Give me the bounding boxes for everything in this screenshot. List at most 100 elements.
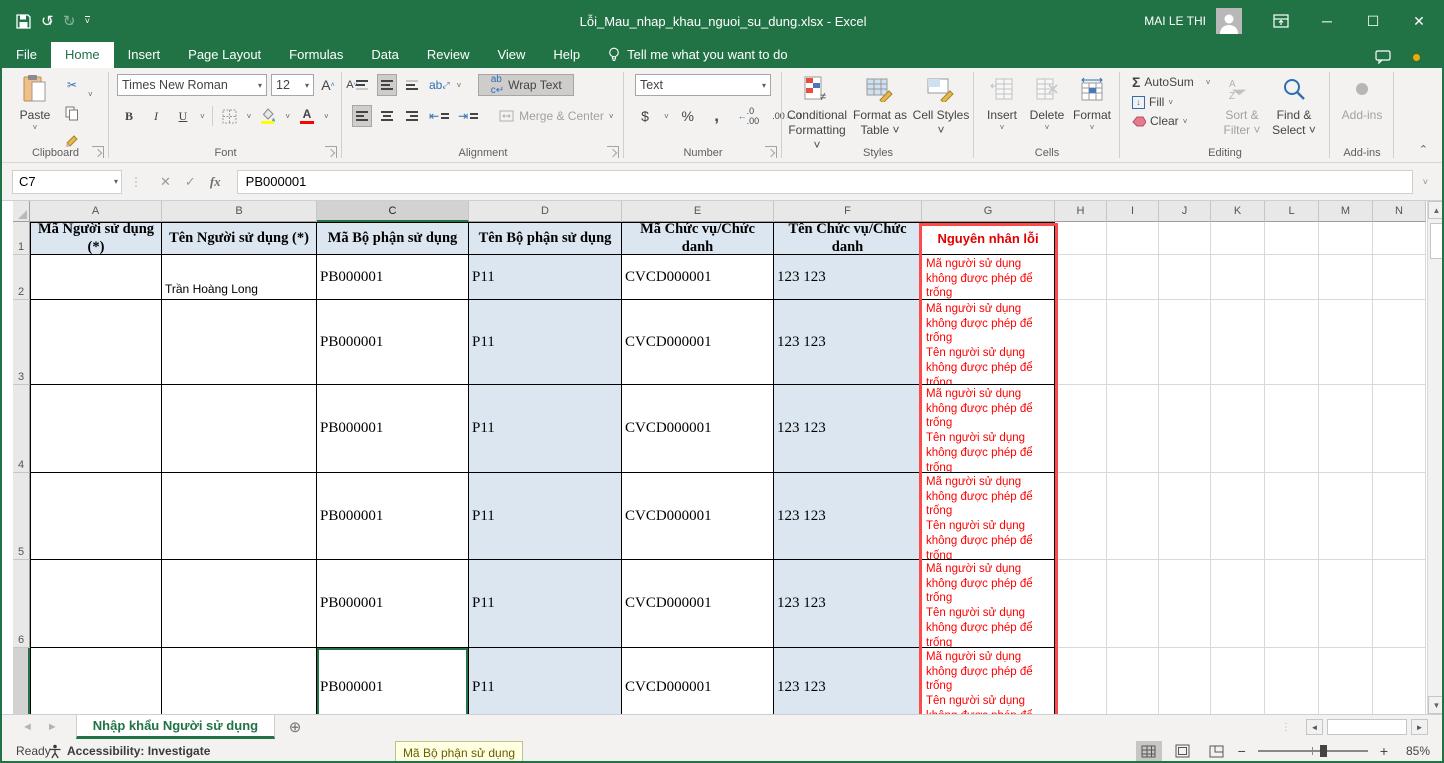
hscroll-right-icon[interactable]: ► bbox=[1411, 719, 1428, 735]
borders-chevron[interactable]: ˅ bbox=[247, 112, 252, 121]
avatar[interactable] bbox=[1216, 8, 1242, 34]
cell-M4[interactable] bbox=[1319, 385, 1373, 473]
sheet-tab[interactable]: Nhập khẩu Người sử dụng bbox=[76, 715, 275, 739]
cell-C6[interactable]: PB000001 bbox=[317, 560, 469, 648]
close-button[interactable]: ✕ bbox=[1396, 2, 1442, 40]
cell-J4[interactable] bbox=[1159, 385, 1211, 473]
cell-F5[interactable]: 123 123 bbox=[774, 473, 922, 560]
cell-K6[interactable] bbox=[1211, 560, 1265, 648]
fill-color-chevron[interactable]: ˅ bbox=[285, 112, 290, 121]
cell-E4[interactable]: CVCD000001 bbox=[622, 385, 774, 473]
cell-J5[interactable] bbox=[1159, 473, 1211, 560]
cell-K4[interactable] bbox=[1211, 385, 1265, 473]
cell-G5[interactable]: Mã người sử dụng không được phép để trốn… bbox=[922, 473, 1055, 560]
vertical-scrollbar[interactable]: ▲ ▼ bbox=[1427, 201, 1444, 714]
name-box[interactable]: C7▾ bbox=[12, 170, 122, 194]
tab-home[interactable]: Home bbox=[51, 42, 114, 68]
fill-button[interactable]: ↓ Fill ˅ bbox=[1132, 95, 1210, 109]
cell-J6[interactable] bbox=[1159, 560, 1211, 648]
alignment-dialog-launcher-icon[interactable] bbox=[607, 146, 619, 158]
comment-icon[interactable] bbox=[1375, 50, 1391, 64]
tell-me-box[interactable]: Tell me what you want to do bbox=[594, 42, 801, 68]
increase-font-size-icon[interactable]: A˄ bbox=[318, 74, 338, 96]
cell-A3[interactable] bbox=[30, 300, 162, 385]
column-header-I[interactable]: I bbox=[1107, 201, 1159, 222]
cell-D1[interactable]: Tên Bộ phận sử dụng bbox=[469, 222, 622, 255]
cell-M2[interactable] bbox=[1319, 255, 1373, 300]
cell-H4[interactable] bbox=[1055, 385, 1107, 473]
cell-B3[interactable] bbox=[162, 300, 317, 385]
scroll-up-icon[interactable]: ▲ bbox=[1428, 201, 1444, 219]
orientation-icon[interactable]: ab⤢ bbox=[427, 74, 452, 96]
zoom-in-icon[interactable]: + bbox=[1380, 743, 1388, 759]
clipboard-dialog-launcher-icon[interactable] bbox=[92, 146, 104, 158]
tab-data[interactable]: Data bbox=[357, 42, 412, 68]
column-header-D[interactable]: D bbox=[469, 201, 622, 222]
cell-I1[interactable] bbox=[1107, 222, 1159, 255]
cell-J1[interactable] bbox=[1159, 222, 1211, 255]
align-bottom-icon[interactable] bbox=[402, 74, 422, 96]
cell-styles-button[interactable]: Cell Styles ˅ bbox=[912, 72, 970, 138]
cell-L6[interactable] bbox=[1265, 560, 1319, 648]
column-header-B[interactable]: B bbox=[162, 201, 317, 222]
page-break-view-icon[interactable] bbox=[1204, 741, 1230, 761]
cell-K5[interactable] bbox=[1211, 473, 1265, 560]
cell-M1[interactable] bbox=[1319, 222, 1373, 255]
cell-E2[interactable]: CVCD000001 bbox=[622, 255, 774, 300]
cell-G7[interactable]: Mã người sử dụng không được phép để trốn… bbox=[922, 648, 1055, 714]
addins-button[interactable]: Add-ins bbox=[1336, 72, 1388, 123]
cell-N2[interactable] bbox=[1373, 255, 1426, 300]
cell-D2[interactable]: P11 bbox=[469, 255, 622, 300]
cell-E3[interactable]: CVCD000001 bbox=[622, 300, 774, 385]
new-sheet-icon[interactable]: ⊕ bbox=[275, 715, 315, 739]
cell-N1[interactable] bbox=[1373, 222, 1426, 255]
cell-G6[interactable]: Mã người sử dụng không được phép để trốn… bbox=[922, 560, 1055, 648]
column-header-L[interactable]: L bbox=[1265, 201, 1319, 222]
cell-A6[interactable] bbox=[30, 560, 162, 648]
cell-I4[interactable] bbox=[1107, 385, 1159, 473]
align-left-icon[interactable] bbox=[352, 105, 372, 127]
normal-view-icon[interactable] bbox=[1136, 741, 1162, 761]
cell-F2[interactable]: 123 123 bbox=[774, 255, 922, 300]
cell-L1[interactable] bbox=[1265, 222, 1319, 255]
cell-I3[interactable] bbox=[1107, 300, 1159, 385]
tab-insert[interactable]: Insert bbox=[114, 42, 175, 68]
hscroll-left-icon[interactable]: ◄ bbox=[1306, 719, 1323, 735]
fill-color-icon[interactable] bbox=[258, 105, 278, 127]
column-header-F[interactable]: F bbox=[774, 201, 922, 222]
font-dialog-launcher-icon[interactable] bbox=[325, 146, 337, 158]
wrap-text-button[interactable]: abc↵ Wrap Text bbox=[478, 74, 574, 96]
cell-G4[interactable]: Mã người sử dụng không được phép để trốn… bbox=[922, 385, 1055, 473]
maximize-button[interactable]: ☐ bbox=[1350, 2, 1396, 40]
tab-review[interactable]: Review bbox=[413, 42, 484, 68]
select-all-corner[interactable] bbox=[13, 201, 30, 222]
cell-K3[interactable] bbox=[1211, 300, 1265, 385]
tab-help[interactable]: Help bbox=[539, 42, 594, 68]
cell-H7[interactable] bbox=[1055, 648, 1107, 714]
tab-file[interactable]: File bbox=[2, 42, 51, 68]
increase-decimal-icon[interactable]: ←.0.00 bbox=[736, 105, 762, 127]
cell-I7[interactable] bbox=[1107, 648, 1159, 714]
cell-G1[interactable]: Nguyên nhân lỗi bbox=[922, 222, 1055, 255]
cell-F7[interactable]: 123 123 bbox=[774, 648, 922, 714]
enter-formula-icon[interactable]: ✓ bbox=[185, 174, 196, 190]
accounting-chevron[interactable]: ˅ bbox=[664, 112, 669, 121]
row-header-5[interactable]: 5 bbox=[13, 473, 30, 560]
font-color-icon[interactable]: A bbox=[297, 105, 317, 127]
zoom-out-icon[interactable]: − bbox=[1238, 743, 1246, 759]
align-right-icon[interactable] bbox=[402, 105, 422, 127]
cell-C5[interactable]: PB000001 bbox=[317, 473, 469, 560]
zoom-slider[interactable] bbox=[1258, 750, 1368, 752]
insert-cells-button[interactable]: Insert˅ bbox=[982, 72, 1022, 133]
cell-N4[interactable] bbox=[1373, 385, 1426, 473]
row-header-2[interactable]: 2 bbox=[13, 255, 30, 300]
cell-F4[interactable]: 123 123 bbox=[774, 385, 922, 473]
row-header-4[interactable]: 4 bbox=[13, 385, 30, 473]
cell-M6[interactable] bbox=[1319, 560, 1373, 648]
underline-chevron[interactable]: ˅ bbox=[200, 112, 205, 121]
cell-M5[interactable] bbox=[1319, 473, 1373, 560]
cell-C3[interactable]: PB000001 bbox=[317, 300, 469, 385]
cell-G2[interactable]: Mã người sử dụng không được phép để trốn… bbox=[922, 255, 1055, 300]
delete-cells-button[interactable]: Delete˅ bbox=[1026, 72, 1068, 133]
cell-C7[interactable]: PB000001 bbox=[317, 648, 469, 714]
